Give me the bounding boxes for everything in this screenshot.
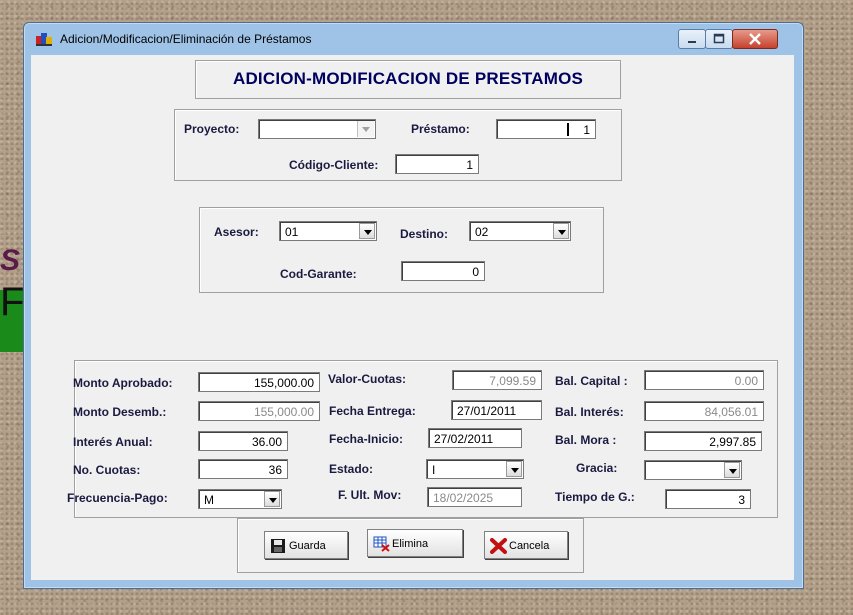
elimina-button[interactable]: Elimina xyxy=(367,529,463,557)
cancela-button[interactable]: Cancela xyxy=(484,531,568,559)
prestamo-label: Préstamo: xyxy=(411,122,470,136)
monto-desemb-label: Monto Desemb.: xyxy=(73,405,167,419)
valor-cuotas-input[interactable]: 7,099.59 xyxy=(452,370,542,390)
codigo-cliente-label: Código-Cliente: xyxy=(289,158,379,172)
destino-dropdown-arrow[interactable] xyxy=(553,223,569,239)
interes-anual-label: Interés Anual: xyxy=(73,435,153,449)
codigo-cliente-value: 1 xyxy=(466,158,473,172)
no-cuotas-value: 36 xyxy=(268,463,282,477)
bal-mora-label: Bal. Mora : xyxy=(555,433,617,447)
title-bar[interactable]: Adicion/Modificacion/Eliminación de Prés… xyxy=(24,23,803,55)
prestamo-input[interactable]: 1 xyxy=(496,119,596,139)
no-cuotas-input[interactable]: 36 xyxy=(198,459,288,479)
bal-mora-value: 2,997.85 xyxy=(709,435,756,449)
save-icon xyxy=(271,539,285,553)
maximize-icon xyxy=(713,33,725,44)
bal-capital-value: 0.00 xyxy=(734,374,758,388)
chevron-down-icon xyxy=(729,469,737,474)
fecha-inicio-input[interactable]: 27/02/2011 xyxy=(428,428,522,448)
valor-cuotas-value: 7,099.59 xyxy=(489,374,536,388)
maximize-button[interactable] xyxy=(705,29,733,49)
chevron-down-icon xyxy=(362,127,370,132)
monto-desemb-value: 155,000.00 xyxy=(253,405,314,419)
app-icon xyxy=(36,33,52,46)
gracia-dropdown-arrow[interactable] xyxy=(724,462,740,478)
cod-garante-value: 0 xyxy=(472,265,479,279)
chevron-down-icon xyxy=(269,498,277,503)
page-title: ADICION-MODIFICACION DE PRESTAMOS xyxy=(232,69,584,88)
interes-anual-value: 36.00 xyxy=(251,435,282,449)
cancela-label: Cancela xyxy=(509,540,550,552)
frecuencia-dropdown-arrow[interactable] xyxy=(264,491,280,507)
bal-capital-label: Bal. Capital : xyxy=(555,374,628,388)
ult-mov-input[interactable]: 18/02/2025 xyxy=(427,487,522,507)
monto-aprobado-input[interactable]: 155,000.00 xyxy=(198,372,320,392)
bal-interes-input[interactable]: 84,056.01 xyxy=(644,401,764,421)
fecha-entrega-input[interactable]: 27/01/2011 xyxy=(451,400,542,420)
cancel-x-icon xyxy=(490,538,507,554)
dialog-client-area: ADICION-MODIFICACION DE PRESTAMOS Proyec… xyxy=(31,55,794,580)
guarda-label: Guarda xyxy=(289,540,326,552)
prestamo-value: 1 xyxy=(583,123,590,137)
proyecto-dropdown-arrow[interactable] xyxy=(357,121,374,137)
chevron-down-icon xyxy=(511,468,519,473)
tiempo-gracia-label: Tiempo de G.: xyxy=(555,490,635,504)
tiempo-gracia-input[interactable]: 3 xyxy=(665,489,751,509)
chevron-down-icon xyxy=(364,230,372,235)
monto-desemb-input[interactable]: 155,000.00 xyxy=(198,401,320,421)
guarda-button[interactable]: Guarda xyxy=(264,531,348,559)
codigo-cliente-input[interactable]: 1 xyxy=(395,154,479,174)
bal-interes-value: 84,056.01 xyxy=(704,405,758,419)
interes-anual-input[interactable]: 36.00 xyxy=(198,431,288,451)
cod-garante-input[interactable]: 0 xyxy=(401,261,485,281)
estado-label: Estado: xyxy=(329,462,374,476)
gracia-select[interactable] xyxy=(644,460,742,480)
minimize-icon xyxy=(688,41,696,43)
chevron-down-icon xyxy=(558,230,566,235)
frecuencia-pago-label: Frecuencia-Pago: xyxy=(67,491,168,505)
close-icon xyxy=(749,33,761,45)
estado-dropdown-arrow[interactable] xyxy=(506,461,522,477)
estado-value: I xyxy=(432,463,436,477)
text-caret xyxy=(567,123,569,136)
delete-grid-icon xyxy=(373,536,390,552)
proyecto-label: Proyecto: xyxy=(184,122,240,136)
bal-capital-input[interactable]: 0.00 xyxy=(644,370,764,390)
bal-interes-label: Bal. Interés: xyxy=(555,405,624,419)
asesor-label: Asesor: xyxy=(214,225,259,239)
destino-value: 02 xyxy=(475,225,489,239)
valor-cuotas-label: Valor-Cuotas: xyxy=(328,372,407,386)
asesor-value: 01 xyxy=(285,225,299,239)
loan-dialog-window: Adicion/Modificacion/Eliminación de Prés… xyxy=(23,22,804,589)
close-button[interactable] xyxy=(732,29,778,49)
ult-mov-label: F. Ult. Mov: xyxy=(338,488,402,502)
tiempo-gracia-value: 3 xyxy=(738,493,745,507)
elimina-label: Elimina xyxy=(392,538,429,550)
background-text-s: S xyxy=(0,244,21,277)
proyecto-select[interactable] xyxy=(258,119,376,139)
fecha-entrega-label: Fecha Entrega: xyxy=(329,404,416,418)
minimize-button[interactable] xyxy=(678,29,706,49)
estado-select[interactable]: I xyxy=(426,459,524,479)
gracia-label: Gracia: xyxy=(576,461,618,475)
background-text-f: F xyxy=(0,280,25,324)
cod-garante-label: Cod-Garante: xyxy=(280,267,357,281)
bal-mora-input[interactable]: 2,997.85 xyxy=(644,431,762,451)
fecha-inicio-value: 27/02/2011 xyxy=(434,432,494,446)
frecuencia-pago-value: M xyxy=(204,493,214,507)
ult-mov-value: 18/02/2025 xyxy=(433,491,494,505)
fecha-entrega-value: 27/01/2011 xyxy=(457,404,517,418)
fecha-inicio-label: Fecha-Inicio: xyxy=(329,432,404,446)
header-panel: ADICION-MODIFICACION DE PRESTAMOS xyxy=(195,60,621,99)
no-cuotas-label: No. Cuotas: xyxy=(73,463,141,477)
destino-label: Destino: xyxy=(400,227,448,241)
asesor-dropdown-arrow[interactable] xyxy=(359,223,375,239)
destino-select[interactable]: 02 xyxy=(469,221,571,241)
window-title: Adicion/Modificacion/Eliminación de Prés… xyxy=(60,32,312,46)
asesor-select[interactable]: 01 xyxy=(279,221,377,241)
frecuencia-pago-select[interactable]: M xyxy=(198,489,282,509)
monto-aprobado-label: Monto Aprobado: xyxy=(73,376,173,390)
monto-aprobado-value: 155,000.00 xyxy=(253,376,314,390)
